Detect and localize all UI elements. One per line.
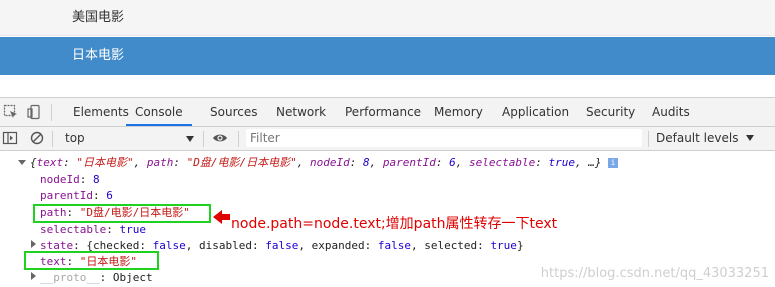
log-levels-label: Default levels xyxy=(656,131,739,145)
spacer xyxy=(0,75,775,97)
prop-proto[interactable]: __proto__: Object xyxy=(31,271,153,285)
log-levels-dropdown[interactable]: Default levels xyxy=(656,127,755,150)
annotation-text: node.path=node.text;增加path属性转存一下text xyxy=(231,216,558,232)
tab-security[interactable]: Security xyxy=(586,98,635,126)
tree-item-us-movies[interactable]: 美国电影 xyxy=(0,0,775,36)
tree-item-label: 日本电影 xyxy=(72,48,125,63)
tab-console[interactable]: Console xyxy=(126,98,192,126)
device-toolbar-icon[interactable] xyxy=(27,104,43,120)
divider xyxy=(51,104,52,121)
divider xyxy=(238,131,239,147)
devtools-tab-bar: Elements Console Sources Network Perform… xyxy=(0,97,775,127)
tab-elements[interactable]: Elements xyxy=(73,98,129,126)
console-toolbar: top Default levels xyxy=(0,127,775,151)
tree-item-label: 美国电影 xyxy=(72,10,125,25)
tab-memory[interactable]: Memory xyxy=(434,98,483,126)
tab-performance[interactable]: Performance xyxy=(345,98,421,126)
chevron-down-icon xyxy=(186,136,194,142)
tree-item-jp-movies[interactable]: 日本电影 xyxy=(0,37,775,75)
expand-triangle-icon[interactable] xyxy=(31,240,36,248)
divider xyxy=(648,131,649,147)
tab-application[interactable]: Application xyxy=(502,98,569,126)
prop-parentid: parentId: 6 xyxy=(40,189,113,202)
filter-input[interactable] xyxy=(246,129,642,147)
tab-sources[interactable]: Sources xyxy=(210,98,257,126)
clear-console-icon[interactable] xyxy=(29,130,45,146)
prop-selectable: selectable: true xyxy=(40,223,146,236)
inspect-element-icon[interactable] xyxy=(3,104,19,120)
text-highlight-box xyxy=(24,251,159,270)
watermark: https://blog.csdn.net/qq_43033251 xyxy=(540,266,769,281)
sidebar-toggle-icon[interactable] xyxy=(2,130,18,146)
info-icon[interactable]: i xyxy=(608,158,619,168)
divider xyxy=(52,131,53,147)
context-selector[interactable]: top xyxy=(58,127,200,150)
eye-icon[interactable] xyxy=(212,130,228,146)
tab-network[interactable]: Network xyxy=(276,98,326,126)
tab-audits[interactable]: Audits xyxy=(652,98,690,126)
object-summary-line[interactable]: {text: "日本电影", path: "D盘/电影/日本电影", nodeI… xyxy=(18,156,619,170)
chevron-down-icon xyxy=(746,135,755,141)
arrow-icon xyxy=(213,210,230,224)
prop-nodeid: nodeId: 8 xyxy=(40,173,100,186)
expand-triangle-icon[interactable] xyxy=(31,272,36,280)
divider xyxy=(203,131,204,147)
expand-triangle-icon[interactable] xyxy=(18,160,26,165)
path-highlight-box xyxy=(33,204,211,223)
context-selector-value: top xyxy=(65,131,85,145)
